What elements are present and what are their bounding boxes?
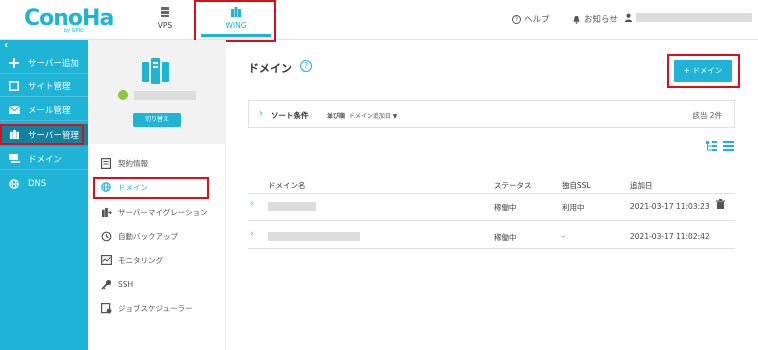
row-divider — [248, 220, 735, 221]
sort-order-value: ドメイン追加日 ▼ — [348, 113, 398, 120]
help-icon[interactable]: ? — [300, 60, 312, 72]
sidebar-item-site[interactable]: サイト管理 — [0, 75, 88, 97]
bell-icon — [573, 15, 580, 24]
sort-order-label: 並び順 — [327, 113, 346, 120]
scheduler-icon — [100, 302, 112, 314]
header-divider — [248, 193, 735, 194]
menu-item-migration[interactable]: サーバーマイグレーション — [88, 203, 226, 221]
menu-item-backup[interactable]: 自動バックアップ — [88, 227, 226, 245]
column-header-domain: ドメイン名 — [268, 181, 306, 190]
tree-view-icon[interactable] — [706, 141, 717, 151]
menu-item-label: モニタリング — [118, 255, 163, 265]
server-icon — [161, 7, 169, 17]
server-large-icon — [142, 58, 169, 84]
server-name-redacted — [134, 91, 196, 100]
row-status: 稼働中 — [494, 203, 517, 212]
sidebar-item-domain[interactable]: ドメイン — [0, 148, 88, 170]
tab-vps-label: VPS — [157, 21, 173, 30]
server-pane: 切り替え 契約情報 ドメイン サーバーマイグレーション 自動バックアップ モニタ… — [88, 40, 226, 350]
sort-label: ソート条件 — [271, 111, 309, 120]
question-icon: ? — [512, 14, 521, 24]
view-toggle — [706, 141, 734, 151]
sidebar-item-label: メール管理 — [28, 105, 71, 116]
sidebar-item-mail[interactable]: メール管理 — [0, 99, 88, 121]
menu-item-scheduler[interactable]: ジョブスケジューラー — [88, 299, 226, 317]
status-running-icon — [118, 90, 128, 100]
row-date: 2021-03-17 11:02:42 — [630, 232, 710, 241]
mail-icon — [8, 104, 20, 116]
site-icon — [8, 80, 20, 92]
plus-icon — [8, 57, 20, 69]
menu-item-ssh[interactable]: SSH — [88, 275, 226, 293]
globe-icon — [8, 178, 20, 190]
domain-name-redacted — [268, 202, 316, 211]
menu-item-contract[interactable]: 契約情報 — [88, 154, 226, 172]
highlight-box-server-manage — [0, 124, 84, 145]
main-content: ドメイン ? + ドメイン › ソート条件 並び順 ドメイン追加日 ▼ 該当 2… — [226, 40, 758, 350]
menu-item-label: サーバーマイグレーション — [118, 207, 208, 217]
menu-item-label: ジョブスケジューラー — [118, 303, 193, 313]
user-menu[interactable] — [624, 13, 752, 22]
sort-order[interactable]: 並び順 ドメイン追加日 ▼ — [327, 111, 397, 120]
row-divider — [248, 248, 735, 249]
chevron-right-icon[interactable]: › — [250, 199, 254, 209]
sidebar-item-label: DNS — [28, 179, 47, 189]
sidebar-item-dns[interactable]: DNS — [0, 173, 88, 195]
highlight-box-add-domain — [667, 54, 740, 88]
switch-server-button[interactable]: 切り替え — [133, 113, 181, 127]
column-header-ssl: 独自SSL — [562, 181, 591, 190]
logo-subtitle: by GMO — [64, 28, 84, 34]
menu-item-label: SSH — [118, 279, 134, 289]
menu-item-label: 契約情報 — [118, 158, 148, 168]
sidebar-item-label: ドメイン — [28, 154, 63, 165]
column-header-status: ステータス — [494, 181, 532, 190]
migration-icon — [100, 206, 112, 218]
list-view-icon[interactable] — [723, 141, 734, 151]
domain-icon — [8, 153, 20, 165]
user-name-redacted — [636, 13, 752, 22]
help-link[interactable]: ? ヘルプ — [512, 13, 550, 25]
sort-panel[interactable]: › ソート条件 並び順 ドメイン追加日 ▼ 該当 2件 — [248, 100, 735, 128]
menu-item-label: 自動バックアップ — [118, 231, 178, 241]
row-status: 稼働中 — [494, 233, 517, 242]
column-header-date: 追加日 — [630, 181, 653, 190]
highlight-box-domain — [93, 177, 209, 199]
row-ssl: - — [562, 232, 565, 241]
notice-label: お知らせ — [584, 15, 618, 25]
sidebar-item-add-server[interactable]: サーバー追加 — [0, 52, 88, 74]
page-title: ドメイン — [248, 62, 292, 75]
user-icon — [624, 13, 633, 22]
contract-icon — [100, 157, 112, 169]
row-ssl: 利用中 — [562, 203, 585, 212]
help-label: ヘルプ — [524, 15, 550, 25]
highlight-box-wing — [194, 0, 276, 42]
main-sidebar: ‹ サーバー追加 サイト管理 メール管理 サーバー管理 ドメイン DNS — [0, 40, 88, 350]
sidebar-item-label: サイト管理 — [28, 81, 71, 92]
tab-vps[interactable]: VPS — [128, 4, 202, 38]
menu-item-monitoring[interactable]: モニタリング — [88, 251, 226, 269]
top-header: ConoHa by GMO VPS WING ? ヘルプ お知らせ — [0, 0, 758, 42]
notice-link[interactable]: お知らせ — [572, 13, 618, 25]
domain-name-redacted — [268, 232, 360, 241]
row-date: 2021-03-17 11:03:23 — [630, 202, 710, 211]
result-count: 該当 2件 — [692, 111, 722, 120]
server-card: 切り替え — [88, 40, 226, 144]
chevron-right-icon: › — [259, 108, 263, 119]
backup-icon — [100, 230, 112, 242]
trash-icon[interactable] — [716, 199, 725, 209]
sidebar-item-label: サーバー追加 — [28, 58, 79, 69]
key-icon — [100, 278, 112, 290]
sidebar-collapse-icon[interactable]: ‹ — [4, 40, 8, 51]
monitor-icon — [100, 254, 112, 266]
chevron-right-icon[interactable]: › — [250, 229, 254, 239]
app-root: ConoHa by GMO VPS WING ? ヘルプ お知らせ ‹ サーバー… — [0, 0, 758, 350]
